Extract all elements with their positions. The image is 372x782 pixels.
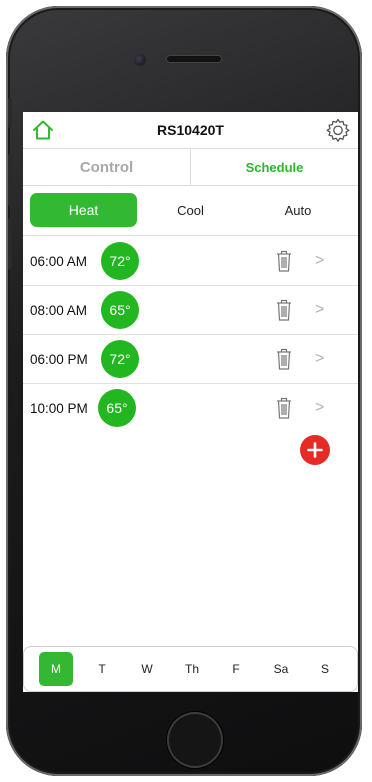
app-screen: RS10420T Control Schedule Heat Cool Auto…	[23, 112, 358, 692]
trash-icon[interactable]	[275, 249, 293, 273]
view-tabs: Control Schedule	[23, 148, 358, 186]
day-sunday[interactable]: S	[308, 652, 342, 686]
schedule-temp-badge: 72°	[101, 340, 139, 378]
mode-heat-button[interactable]: Heat	[30, 193, 137, 227]
schedule-row[interactable]: 10:00 PM 65° >	[23, 384, 358, 432]
schedule-temp-badge: 65°	[101, 291, 139, 329]
schedule-time: 06:00 PM	[30, 351, 88, 367]
day-saturday[interactable]: Sa	[264, 652, 298, 686]
row-chevron[interactable]: >	[315, 237, 324, 285]
trash-icon[interactable]	[275, 298, 293, 322]
schedule-time: 10:00 PM	[30, 400, 88, 416]
device-title: RS10420T	[157, 122, 224, 138]
day-thursday[interactable]: Th	[175, 652, 209, 686]
schedule-row[interactable]: 06:00 PM 72° >	[23, 335, 358, 384]
mode-auto-button[interactable]: Auto	[244, 193, 352, 227]
day-tuesday[interactable]: T	[85, 652, 119, 686]
row-chevron[interactable]: >	[315, 384, 324, 432]
row-chevron[interactable]: >	[315, 286, 324, 334]
mute-switch	[8, 98, 12, 128]
volume-down-button	[8, 218, 12, 270]
schedule-time: 08:00 AM	[30, 302, 88, 318]
schedule-row[interactable]: 06:00 AM 72° >	[23, 237, 358, 286]
day-wednesday[interactable]: W	[130, 652, 164, 686]
app-header: RS10420T	[23, 112, 358, 148]
volume-up-button	[8, 154, 12, 206]
earpiece-speaker	[166, 55, 222, 63]
hardware-home-button[interactable]	[167, 712, 223, 768]
tab-schedule[interactable]: Schedule	[191, 149, 358, 185]
row-chevron[interactable]: >	[315, 335, 324, 383]
trash-icon[interactable]	[275, 347, 293, 371]
schedule-time: 06:00 AM	[30, 253, 88, 269]
add-schedule-button[interactable]	[300, 435, 330, 465]
gear-icon[interactable]	[325, 117, 351, 143]
day-monday[interactable]: M	[39, 652, 73, 686]
day-selector: M T W Th F Sa S	[23, 646, 358, 692]
mode-cool-button[interactable]: Cool	[137, 193, 244, 227]
mode-selector: Heat Cool Auto	[23, 185, 358, 236]
schedule-temp-badge: 72°	[101, 242, 139, 280]
day-friday[interactable]: F	[219, 652, 253, 686]
schedule-row[interactable]: 08:00 AM 65° >	[23, 286, 358, 335]
front-camera	[134, 54, 146, 66]
plus-icon	[307, 442, 323, 458]
tab-control[interactable]: Control	[23, 149, 191, 185]
home-icon[interactable]	[32, 119, 54, 141]
schedule-temp-badge: 65°	[98, 389, 136, 427]
trash-icon[interactable]	[275, 396, 293, 420]
